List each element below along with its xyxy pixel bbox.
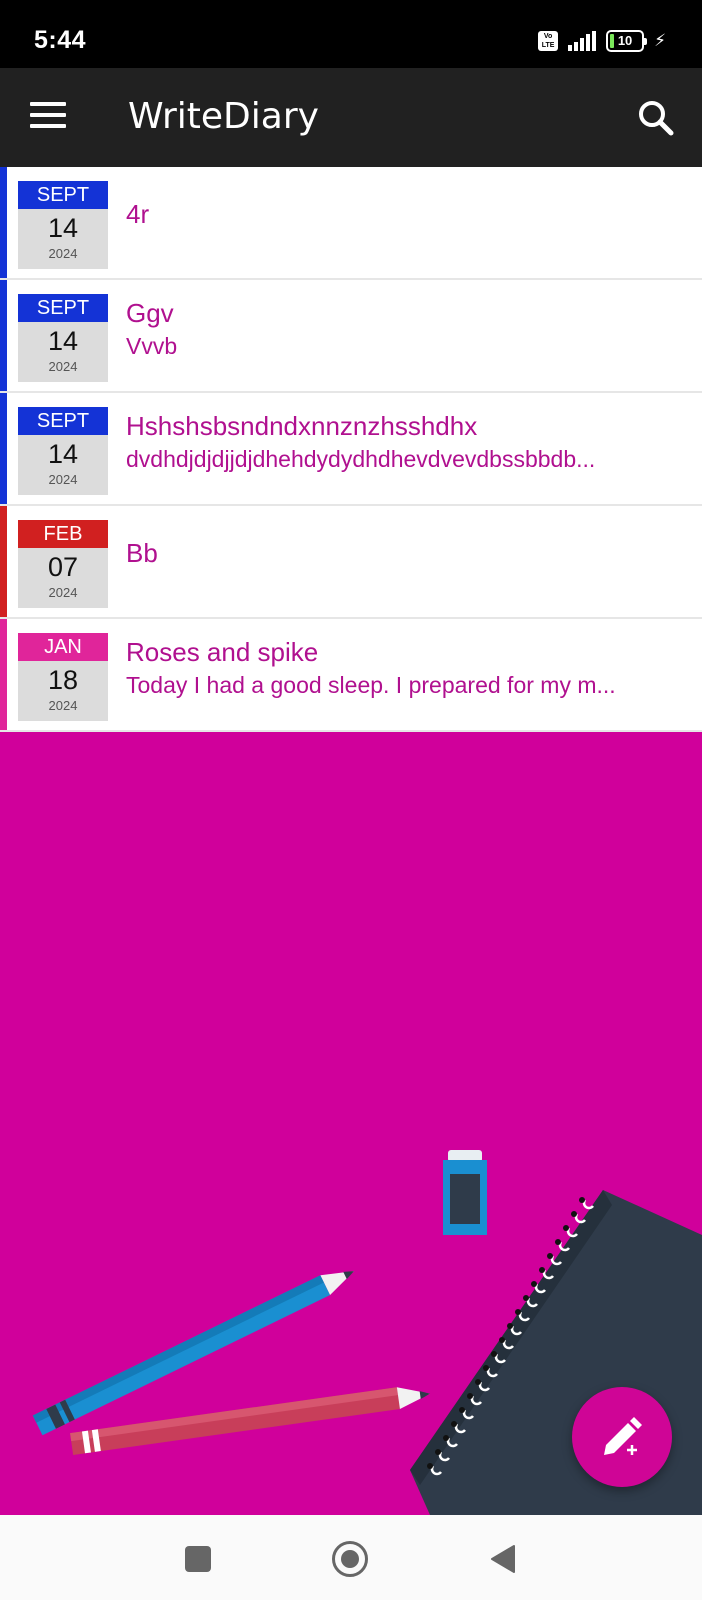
app-bar: WriteDiary bbox=[0, 68, 702, 167]
entry-accent-bar bbox=[0, 167, 7, 278]
entry-day: 14 bbox=[47, 326, 79, 356]
edit-add-icon bbox=[604, 1417, 642, 1457]
entry-title: 4r bbox=[126, 199, 150, 229]
entry-accent-bar bbox=[0, 506, 7, 617]
entry-title: Hshshsbsndndxnnznzhsshdhx bbox=[126, 411, 478, 441]
status-bar: 5:44 Vo LTE 10 ⚡ bbox=[0, 0, 702, 68]
entry-month: FEB bbox=[18, 520, 108, 548]
entry-year: 2024 bbox=[48, 246, 78, 261]
entry-text: Roses and spike Today I had a good sleep… bbox=[126, 635, 682, 701]
diary-entry[interactable]: JAN 18 2024 Roses and spike Today I had … bbox=[0, 619, 702, 732]
entry-text: 4r bbox=[126, 197, 682, 231]
entry-day: 14 bbox=[47, 213, 79, 243]
entry-day: 18 bbox=[47, 665, 79, 695]
battery-level: 10 bbox=[617, 33, 633, 48]
battery-icon: 10 bbox=[606, 30, 648, 52]
entry-month: SEPT bbox=[18, 294, 108, 322]
entry-month: JAN bbox=[18, 633, 108, 661]
diary-entry[interactable]: FEB 07 2024 Bb bbox=[0, 506, 702, 619]
entry-title: Bb bbox=[126, 538, 158, 568]
signal-icon bbox=[568, 31, 597, 51]
diary-entry[interactable]: SEPT 14 2024 Ggv Vvvb bbox=[0, 280, 702, 393]
triangle-back-icon[interactable] bbox=[490, 1544, 516, 1579]
circle-icon[interactable] bbox=[332, 1541, 368, 1577]
entry-title: Roses and spike bbox=[126, 637, 319, 667]
search-icon[interactable] bbox=[636, 98, 676, 138]
entry-date-badge: FEB 07 2024 bbox=[18, 520, 108, 608]
entry-preview: Vvvb bbox=[126, 333, 178, 359]
status-icons: Vo LTE 10 ⚡ bbox=[538, 30, 666, 52]
entry-year: 2024 bbox=[48, 359, 78, 374]
entry-date-badge: SEPT 14 2024 bbox=[18, 181, 108, 269]
entry-text: Bb bbox=[126, 536, 682, 570]
entry-year: 2024 bbox=[48, 472, 78, 487]
entry-month: SEPT bbox=[18, 181, 108, 209]
entry-text: Hshshsbsndndxnnznzhsshdhx dvdhdjdjdjjdjd… bbox=[126, 409, 682, 475]
entry-preview: Today I had a good sleep. I prepared for… bbox=[126, 672, 616, 698]
entry-year: 2024 bbox=[48, 585, 78, 600]
eraser-illustration bbox=[443, 1150, 487, 1235]
entry-accent-bar bbox=[0, 619, 7, 730]
new-entry-button[interactable] bbox=[572, 1387, 672, 1487]
system-nav-bar bbox=[0, 1515, 702, 1600]
entry-date-badge: JAN 18 2024 bbox=[18, 633, 108, 721]
entry-year: 2024 bbox=[48, 698, 78, 713]
entry-accent-bar bbox=[0, 280, 7, 391]
diary-entry[interactable]: SEPT 14 2024 Hshshsbsndndxnnznzhsshdhx d… bbox=[0, 393, 702, 506]
entry-day: 07 bbox=[47, 552, 79, 582]
entry-date-badge: SEPT 14 2024 bbox=[18, 294, 108, 382]
charging-icon: ⚡ bbox=[654, 31, 666, 50]
square-icon[interactable] bbox=[185, 1546, 211, 1572]
entry-preview: dvdhdjdjdjjdjdhehdydydhdhevdvevdbssbbdb.… bbox=[126, 446, 596, 472]
app-title: WriteDiary bbox=[128, 96, 319, 137]
volte-icon: Vo LTE bbox=[538, 31, 559, 51]
entry-title: Ggv bbox=[126, 298, 174, 328]
entry-date-badge: SEPT 14 2024 bbox=[18, 407, 108, 495]
entry-accent-bar bbox=[0, 393, 7, 504]
status-time: 5:44 bbox=[34, 26, 87, 54]
diary-entry[interactable]: SEPT 14 2024 4r bbox=[0, 167, 702, 280]
diary-list: SEPT 14 2024 4r SEPT 14 2024 Ggv Vvvb SE… bbox=[0, 167, 702, 732]
entry-text: Ggv Vvvb bbox=[126, 296, 682, 362]
entry-month: SEPT bbox=[18, 407, 108, 435]
entry-day: 14 bbox=[47, 439, 79, 469]
menu-icon[interactable] bbox=[30, 102, 66, 132]
